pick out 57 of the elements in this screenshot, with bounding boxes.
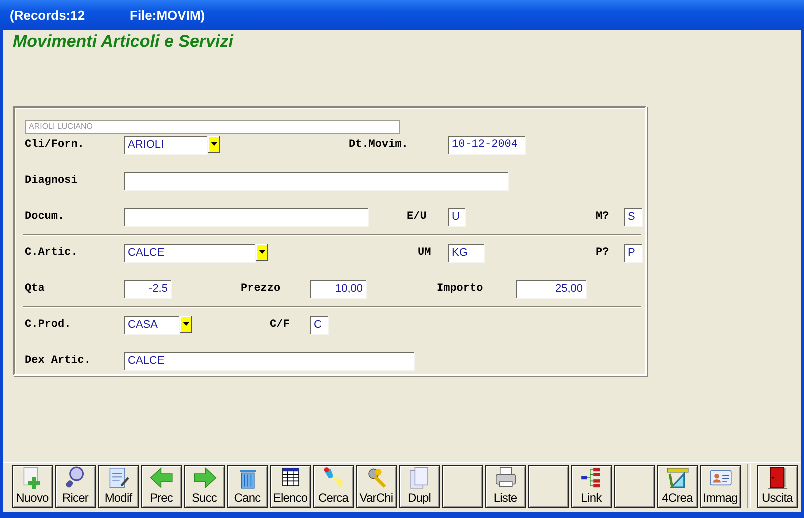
- window-title: (Records:12: [10, 8, 86, 22]
- input-field[interactable]: KG: [448, 244, 485, 262]
- input-field[interactable]: [124, 208, 369, 226]
- toolbar-button[interactable]: Prec: [141, 464, 182, 508]
- toolbar-button[interactable]: [614, 464, 655, 508]
- field-label: C.Artic.: [25, 247, 79, 259]
- field-label: Importo: [437, 283, 484, 295]
- combo-box[interactable]: ARIOLI: [124, 136, 208, 154]
- combo-box[interactable]: CASA: [124, 316, 180, 334]
- field-label: UM: [418, 247, 432, 259]
- field-label: Diagnosi: [25, 175, 79, 187]
- input-field[interactable]: U: [448, 208, 466, 226]
- field-label: C.Prod.: [25, 319, 72, 331]
- toolbar-button[interactable]: [442, 464, 483, 508]
- toolbar-button[interactable]: Nuovo: [12, 464, 53, 508]
- field-label: Prezzo: [241, 283, 282, 295]
- caret-icon: [182, 322, 190, 326]
- field-label: Dt.Movim.: [349, 139, 410, 151]
- input-field[interactable]: [124, 172, 509, 190]
- toolbar-button[interactable]: Liste: [485, 464, 526, 508]
- toolbar-button[interactable]: VarChi: [356, 464, 397, 508]
- field-label: M?: [596, 211, 610, 223]
- input-field[interactable]: -2.5: [124, 280, 172, 298]
- dropdown-button[interactable]: [208, 136, 220, 152]
- field-label: Dex Artic.: [25, 355, 92, 367]
- toolbar-button[interactable]: Modif: [98, 464, 139, 508]
- toolbar-button[interactable]: Uscita: [757, 464, 798, 508]
- field-label: Cli/Forn.: [25, 139, 86, 151]
- input-field[interactable]: CALCE: [124, 352, 415, 370]
- toolbar-button[interactable]: Link: [571, 464, 612, 508]
- toolbar-button[interactable]: Dupl: [399, 464, 440, 508]
- dropdown-button[interactable]: [256, 244, 268, 260]
- caret-icon: [210, 142, 218, 146]
- input-field[interactable]: S: [624, 208, 643, 226]
- form-title: Movimenti Articoli e Servizi: [13, 32, 234, 52]
- toolbar-button[interactable]: Ricer: [55, 464, 96, 508]
- field-label: Qta: [25, 283, 46, 295]
- input-field[interactable]: P: [624, 244, 643, 262]
- input-field[interactable]: 25,00: [516, 280, 587, 298]
- toolbar-button[interactable]: Succ: [184, 464, 225, 508]
- dropdown-button[interactable]: [180, 316, 192, 332]
- combo-box[interactable]: CALCE: [124, 244, 256, 262]
- field-label: C/F: [270, 319, 291, 331]
- toolbar-button[interactable]: 4Crea: [657, 464, 698, 508]
- input-field[interactable]: 10-12-2004: [448, 136, 526, 154]
- toolbar-button[interactable]: [528, 464, 569, 508]
- caret-icon: [258, 250, 266, 254]
- field-label: P?: [596, 247, 610, 259]
- input-field[interactable]: C: [310, 316, 329, 334]
- toolbar-button[interactable]: Immag: [700, 464, 741, 508]
- toolbar-button[interactable]: Cerca: [313, 464, 354, 508]
- field-label: Docum.: [25, 211, 66, 223]
- field-label: E/U: [407, 211, 428, 223]
- toolbar-button[interactable]: Canc: [227, 464, 268, 508]
- input-field[interactable]: 10,00: [310, 280, 367, 298]
- window-title: File:MOVIM): [130, 8, 206, 22]
- toolbar-button[interactable]: Elenco: [270, 464, 311, 508]
